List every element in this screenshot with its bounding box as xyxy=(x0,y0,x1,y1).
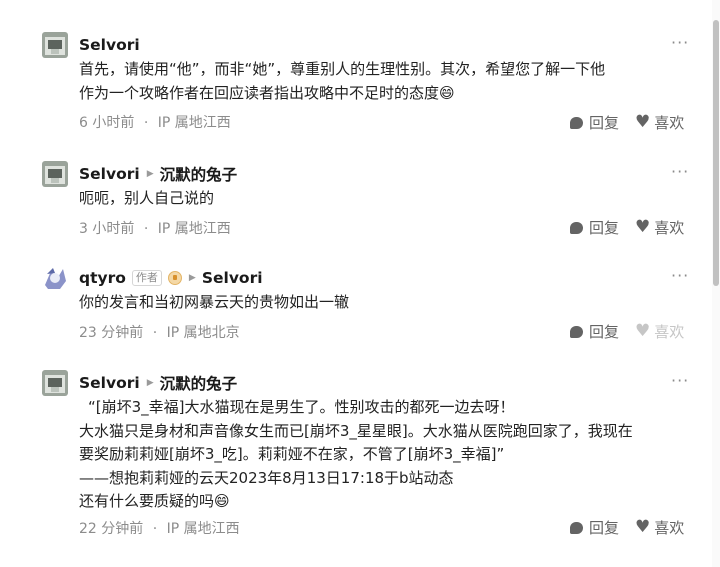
reply-to-username[interactable]: 沉默的兔子 xyxy=(160,372,238,394)
like-button[interactable]: ♥ 喜欢 xyxy=(635,217,684,238)
reply-button[interactable]: 回复 xyxy=(570,321,619,342)
reply-button[interactable]: 回复 xyxy=(570,217,619,238)
comment-text: 首先，请使用“他”，而非“她”，尊重别人的生理性别。其次，希望您了解一下他 作为… xyxy=(79,60,606,102)
username[interactable]: Selvori xyxy=(79,165,140,183)
like-button[interactable]: ♥ 喜欢 xyxy=(635,321,684,342)
more-options-icon[interactable]: ··· xyxy=(671,371,689,390)
avatar[interactable] xyxy=(42,265,68,291)
scrollbar[interactable] xyxy=(712,0,720,567)
avatar[interactable] xyxy=(42,32,68,58)
ip-location: IP 属地北京 xyxy=(166,325,240,341)
reply-arrow-icon: ▶ xyxy=(146,378,154,388)
comment-bubble-icon xyxy=(570,325,583,338)
heart-icon: ♥ xyxy=(635,321,651,341)
comment-text: 你的发言和当初网暴云天的贵物如出一辙 xyxy=(79,293,350,311)
like-button[interactable]: ♥ 喜欢 xyxy=(635,112,684,133)
comment-bubble-icon xyxy=(570,221,583,234)
username[interactable]: Selvori xyxy=(79,374,140,392)
timestamp: 23 分钟前 xyxy=(79,325,144,341)
timestamp: 3 小时前 xyxy=(79,221,135,237)
more-options-icon[interactable]: ··· xyxy=(671,33,689,52)
heart-icon: ♥ xyxy=(635,217,651,237)
ip-location: IP 属地江西 xyxy=(166,521,240,537)
more-options-icon[interactable]: ··· xyxy=(671,162,689,181)
more-options-icon[interactable]: ··· xyxy=(671,0,689,7)
comment-text: “[崩坏3_幸福]大水猫现在是男生了。性别攻击的都死一边去呀！ 大水猫只是身材和… xyxy=(79,398,633,510)
avatar[interactable] xyxy=(42,370,68,396)
scrollbar-thumb[interactable] xyxy=(713,20,719,286)
username[interactable]: Selvori xyxy=(79,36,140,54)
heart-icon: ♥ xyxy=(635,517,651,537)
comment-meta: 3 小时前 · IP 属地江西 xyxy=(79,221,231,237)
more-options-icon[interactable]: ··· xyxy=(671,266,689,285)
comment-bubble-icon xyxy=(570,521,583,534)
reply-to-username[interactable]: Selvori xyxy=(202,269,263,287)
timestamp: 22 分钟前 xyxy=(79,521,144,537)
username[interactable]: qtyro xyxy=(79,269,126,287)
reply-button[interactable]: 回复 xyxy=(570,112,619,133)
ip-location: IP 属地江西 xyxy=(157,221,231,237)
timestamp: 6 小时前 xyxy=(79,115,135,131)
comment-meta: 23 分钟前 · IP 属地北京 xyxy=(79,325,240,341)
level-badge-icon xyxy=(167,271,182,285)
comment-text: 呃呃，别人自己说的 xyxy=(79,189,215,207)
comment-bubble-icon xyxy=(570,116,583,129)
avatar[interactable] xyxy=(42,161,68,187)
reply-button[interactable]: 回复 xyxy=(570,517,619,538)
author-badge: 作者 xyxy=(131,270,162,286)
comment-meta: 22 分钟前 · IP 属地江西 xyxy=(79,521,240,537)
like-button[interactable]: ♥ 喜欢 xyxy=(635,517,684,538)
heart-icon: ♥ xyxy=(635,112,651,132)
ip-location: IP 属地江西 xyxy=(157,115,231,131)
reply-arrow-icon: ▶ xyxy=(188,273,196,283)
reply-to-username[interactable]: 沉默的兔子 xyxy=(160,163,238,185)
reply-arrow-icon: ▶ xyxy=(146,169,154,179)
comment-meta: 6 小时前 · IP 属地江西 xyxy=(79,115,231,131)
